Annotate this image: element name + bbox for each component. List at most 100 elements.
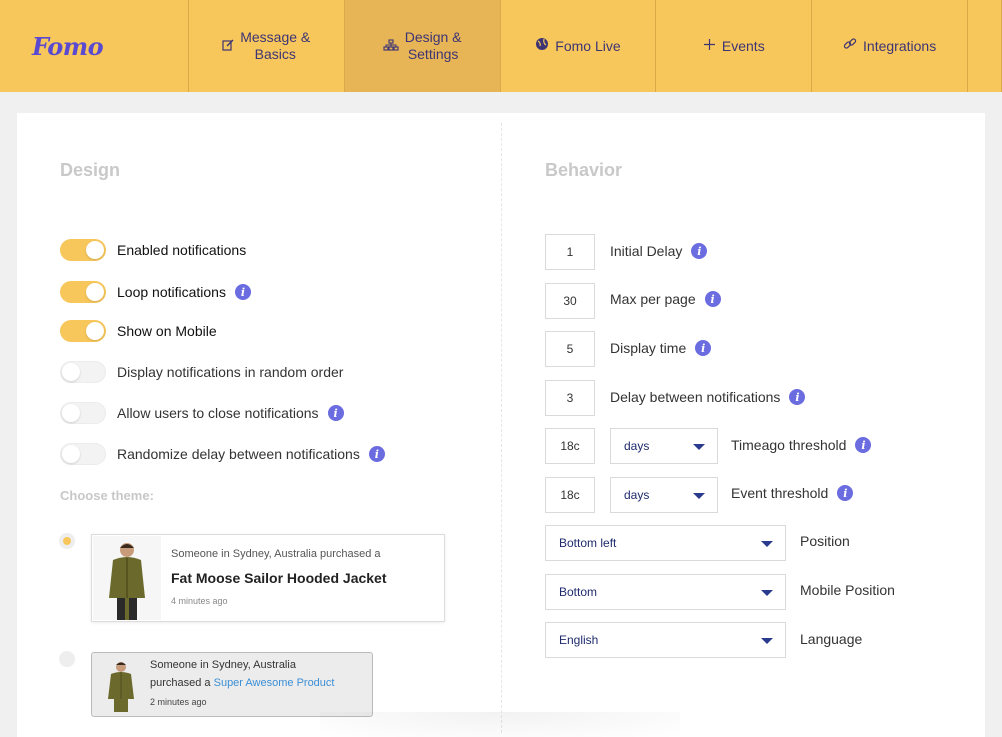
label-text: Max per page <box>610 291 696 307</box>
max-per-page-input[interactable]: 30 <box>545 283 595 319</box>
theme2-time: 2 minutes ago <box>150 697 207 707</box>
toggle-label: Show on Mobile <box>117 323 217 339</box>
label-text: Event threshold <box>731 485 829 501</box>
toggle-label: Enabled notifications <box>117 242 247 258</box>
event-threshold-input[interactable]: 18c <box>545 477 595 513</box>
design-title: Design <box>60 160 121 180</box>
toggle-enabled-notifications[interactable]: Enabled notifications <box>60 238 246 262</box>
toggle-label: Allow users to close notifications <box>117 405 319 421</box>
info-icon[interactable]: i <box>789 389 806 405</box>
event-unit-select[interactable]: days <box>610 477 718 513</box>
behavior-title: Behavior <box>545 160 623 180</box>
info-icon[interactable]: i <box>327 405 344 421</box>
theme1-preview[interactable]: Someone in Sydney, Australia purchased a… <box>91 534 445 622</box>
select-value: days <box>624 439 650 453</box>
toggle-allow-close[interactable]: Allow users to close notifications i <box>60 401 344 425</box>
toggle-label: Loop notifications <box>117 284 226 300</box>
link-icon <box>843 37 857 55</box>
nav-integrations[interactable]: Integrations <box>812 0 969 92</box>
initial-delay-input[interactable]: 1 <box>545 234 595 270</box>
mobile-position-select[interactable]: Bottom <box>545 574 786 610</box>
toggle-switch[interactable] <box>60 402 106 424</box>
nav-spacer <box>968 0 1002 92</box>
select-value: English <box>559 633 599 647</box>
language-select[interactable]: English <box>545 622 786 658</box>
theme2-radio[interactable] <box>59 651 75 667</box>
nav-message-basics[interactable]: Message & Basics <box>189 0 345 92</box>
theme2-line1: Someone in Sydney, Australia <box>150 659 296 671</box>
top-navigation: Fomo Message & Basics Design & Settings Fo… <box>0 0 1002 92</box>
choose-theme-label: Choose theme: <box>60 488 154 503</box>
nav-label: Design & <box>404 29 462 45</box>
toggle-switch[interactable] <box>60 361 106 383</box>
info-icon[interactable]: i <box>234 284 251 300</box>
nav-label: Message & <box>240 29 311 45</box>
edit-icon <box>222 38 234 55</box>
toggle-switch[interactable] <box>60 320 106 342</box>
theme2-line2: purchased a Super Awesome Product <box>150 677 334 689</box>
chevron-down-icon <box>761 541 773 547</box>
select-value: Bottom <box>559 585 598 599</box>
product-image <box>93 536 161 620</box>
info-icon[interactable]: i <box>368 446 385 462</box>
bottom-shadow <box>320 712 680 737</box>
display-time-label: Display time i <box>610 338 712 358</box>
product-image <box>98 657 144 712</box>
toggle-label: Display notifications in random order <box>117 364 344 380</box>
info-icon[interactable]: i <box>837 485 854 501</box>
nav-label: Integrations <box>863 37 937 54</box>
toggle-loop-notifications[interactable]: Loop notifications i <box>60 280 251 304</box>
plus-icon <box>703 38 716 55</box>
theme2-preview[interactable]: Someone in Sydney, Australia purchased a… <box>91 652 373 717</box>
globe-icon <box>535 37 549 55</box>
position-label: Position <box>800 533 850 549</box>
select-value: Bottom left <box>559 536 617 550</box>
toggle-show-on-mobile[interactable]: Show on Mobile <box>60 319 217 343</box>
select-value: days <box>624 488 650 502</box>
info-icon[interactable]: i <box>855 437 872 453</box>
timeago-unit-select[interactable]: days <box>610 428 718 464</box>
settings-card: Design Enabled notifications Loop notifi… <box>17 113 985 737</box>
info-icon[interactable]: i <box>691 243 708 259</box>
info-icon[interactable]: i <box>704 291 721 307</box>
nav-design-settings[interactable]: Design & Settings <box>344 0 501 92</box>
label-text: Delay between notifications <box>610 389 781 405</box>
nav-fomo-live[interactable]: Fomo Live <box>501 0 657 92</box>
timeago-threshold-label: Timeago threshold i <box>731 435 872 455</box>
max-per-page-label: Max per page i <box>610 289 721 309</box>
timeago-threshold-input[interactable]: 18c <box>545 428 595 464</box>
delay-between-label: Delay between notifications i <box>610 387 806 407</box>
theme2-line2-prefix: purchased a <box>150 677 211 689</box>
nav-label: Fomo Live <box>555 37 621 54</box>
display-time-input[interactable]: 5 <box>545 331 595 367</box>
chevron-down-icon <box>693 493 705 499</box>
toggle-randomize-delay[interactable]: Randomize delay between notifications i <box>60 442 385 466</box>
toggle-switch[interactable] <box>60 281 106 303</box>
label-text: Timeago threshold <box>731 437 847 453</box>
theme1-product: Fat Moose Sailor Hooded Jacket <box>171 570 387 586</box>
delay-between-input[interactable]: 3 <box>545 380 595 416</box>
position-select[interactable]: Bottom left <box>545 525 786 561</box>
event-threshold-label: Event threshold i <box>731 483 854 503</box>
toggle-random-order[interactable]: Display notifications in random order <box>60 360 343 384</box>
chevron-down-icon <box>693 444 705 450</box>
theme2-product-link[interactable]: Super Awesome Product <box>214 677 335 689</box>
toggle-switch[interactable] <box>60 239 106 261</box>
language-label: Language <box>800 631 863 647</box>
theme1-line1: Someone in Sydney, Australia purchased a <box>171 548 381 560</box>
toggle-label: Randomize delay between notifications <box>117 446 360 462</box>
column-divider <box>501 123 502 733</box>
label-text: Display time <box>610 340 687 356</box>
chevron-down-icon <box>761 638 773 644</box>
theme1-radio[interactable] <box>59 533 75 549</box>
toggle-switch[interactable] <box>60 443 106 465</box>
info-icon[interactable]: i <box>695 340 712 356</box>
mobile-position-label: Mobile Position <box>800 582 895 598</box>
nav-events[interactable]: Events <box>656 0 813 92</box>
nav-label: Settings <box>407 46 459 62</box>
chevron-down-icon <box>761 590 773 596</box>
sitemap-icon <box>383 38 399 55</box>
initial-delay-label: Initial Delay i <box>610 241 708 261</box>
logo[interactable]: Fomo <box>0 0 189 92</box>
nav-label: Basics <box>254 46 296 62</box>
